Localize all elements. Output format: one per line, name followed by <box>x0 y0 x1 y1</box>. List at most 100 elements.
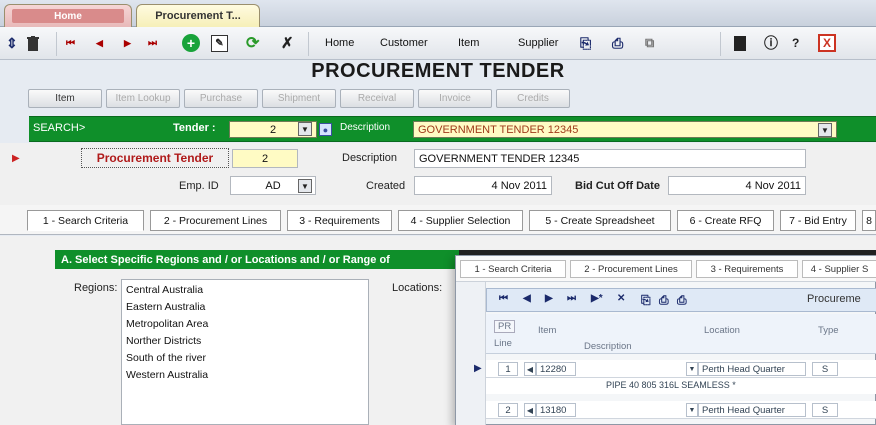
last-record-icon[interactable]: ⏭ <box>567 293 576 304</box>
table-row[interactable]: 1 ◀ 12280 ▼ Perth Head Quarter S <box>486 360 876 378</box>
line-cell[interactable]: 1 <box>498 362 518 376</box>
previous-record-icon[interactable]: ◀ <box>96 33 103 53</box>
add-record-icon[interactable]: + <box>182 34 200 52</box>
new-record-icon[interactable]: ▶* <box>591 293 603 304</box>
delete-icon[interactable]: ✗ <box>281 33 294 53</box>
menu-supplier[interactable]: Supplier <box>518 37 558 49</box>
print-icon[interactable]: ⎙ <box>659 293 669 308</box>
line-cell[interactable]: 2 <box>498 403 518 417</box>
first-record-icon[interactable]: ⏮ <box>499 293 508 304</box>
report-icon[interactable]: ⎘ <box>641 293 651 308</box>
search-bar: SEARCH> Tender : 2 ▼ ● Description GOVER… <box>29 116 876 142</box>
chevron-down-icon[interactable]: ▼ <box>686 362 698 376</box>
menu-item[interactable]: Item <box>458 37 479 49</box>
tab-procurement-label: Procurement T... <box>155 10 241 22</box>
help-icon[interactable]: ? <box>792 33 799 53</box>
menu-home[interactable]: Home <box>325 37 354 49</box>
procurement-tender-field[interactable]: 2 <box>232 149 298 168</box>
list-item[interactable]: Metropolitan Area <box>126 316 364 333</box>
overlay-navigation-bar: ⏮ ◀ ▶ ⏭ ▶* ✕ ⎘ ⎙ ⎙ Procureme <box>486 288 876 312</box>
menu-customer[interactable]: Customer <box>380 37 428 49</box>
item-cell[interactable]: 12280 <box>536 362 576 376</box>
tab-procurement-tender[interactable]: Procurement T... <box>136 4 260 27</box>
bid-cut-off-label: Bid Cut Off Date <box>575 180 660 192</box>
next-record-icon[interactable]: ▶ <box>545 293 553 304</box>
overlay-tab-requirements[interactable]: 3 - Requirements <box>696 260 798 278</box>
first-record-icon[interactable]: ⏮ <box>66 33 75 53</box>
trash-icon[interactable] <box>26 33 40 53</box>
edit-icon[interactable]: ✎ <box>211 35 228 52</box>
overlay-tab-supplier[interactable]: 4 - Supplier S <box>802 260 876 278</box>
toolbar: ⇕ ⏮ ◀ ▶ ⏭ + ✎ ⟳ ✗ Home Customer Item Sup… <box>0 27 876 60</box>
tab-create-rfq[interactable]: 6 - Create RFQ <box>677 210 774 231</box>
list-item[interactable]: Western Australia <box>126 367 364 384</box>
tab-home[interactable]: Home <box>4 4 132 27</box>
info-icon[interactable]: ⓘ <box>764 33 778 53</box>
list-item[interactable]: South of the river <box>126 350 364 367</box>
item-lookup-button[interactable]: Item Lookup <box>106 89 180 108</box>
chevron-down-icon[interactable]: ▼ <box>686 403 698 417</box>
resize-handle-icon[interactable]: ⇕ <box>6 33 18 53</box>
search-go-icon[interactable]: ● <box>319 123 332 136</box>
tab-bid-entry[interactable]: 7 - Bid Entry <box>780 210 856 231</box>
procurement-tender-label: Procurement Tender <box>81 148 229 168</box>
export-icon[interactable]: ⎙ <box>677 293 687 308</box>
search-label: SEARCH> <box>33 122 86 134</box>
header-pr[interactable]: PR <box>494 320 516 333</box>
emp-id-label: Emp. ID <box>179 180 219 192</box>
tab-create-spreadsheet[interactable]: 5 - Create Spreadsheet <box>529 210 671 231</box>
document-tab-strip: Home Procurement T... <box>0 0 876 27</box>
report-icon[interactable]: ⎘ <box>580 33 591 53</box>
type-cell[interactable]: S <box>812 403 838 417</box>
description-label: Description <box>342 152 398 164</box>
record-selector-icon[interactable]: ▶ <box>12 153 20 164</box>
chevron-down-icon[interactable]: ▼ <box>818 123 832 137</box>
tender-search-label: Tender : <box>173 122 216 134</box>
item-cell[interactable]: 13180 <box>536 403 576 417</box>
created-field[interactable]: 4 Nov 2011 <box>414 176 552 195</box>
header-line: Line <box>494 338 512 349</box>
table-row[interactable]: 2 ◀ 13180 ▼ Perth Head Quarter S <box>486 401 876 419</box>
close-icon[interactable]: X <box>818 34 836 52</box>
type-cell[interactable]: S <box>812 362 838 376</box>
invoice-button[interactable]: Invoice <box>418 89 492 108</box>
description-search-field[interactable]: GOVERNMENT TENDER 12345 <box>413 121 837 138</box>
refresh-icon[interactable]: ⟳ <box>246 33 259 53</box>
tab-search-criteria[interactable]: 1 - Search Criteria <box>27 210 144 231</box>
regions-label: Regions: <box>74 282 118 294</box>
description-field[interactable]: GOVERNMENT TENDER 12345 <box>414 149 806 168</box>
tab-more[interactable]: 8 <box>862 210 876 231</box>
shipment-button[interactable]: Shipment <box>262 89 336 108</box>
chevron-down-icon[interactable]: ▼ <box>298 179 312 193</box>
last-record-icon[interactable]: ⏭ <box>148 33 157 53</box>
list-item[interactable]: Central Australia <box>126 282 364 299</box>
chevron-down-icon[interactable]: ▼ <box>298 122 312 136</box>
previous-record-icon[interactable]: ◀ <box>523 293 531 304</box>
overlay-tab-procurement-lines[interactable]: 2 - Procurement Lines <box>570 260 692 278</box>
overlay-column-headers: PR Line Item Description Location Type <box>486 314 876 354</box>
location-cell[interactable]: Perth Head Quarter <box>698 403 806 417</box>
chevron-left-icon[interactable]: ◀ <box>524 362 536 376</box>
regions-listbox[interactable]: Central Australia Eastern Australia Metr… <box>121 279 369 425</box>
export-icon[interactable]: ⧉ <box>645 33 654 53</box>
tab-procurement-lines[interactable]: 2 - Procurement Lines <box>150 210 281 231</box>
list-item[interactable]: Eastern Australia <box>126 299 364 316</box>
chevron-left-icon[interactable]: ◀ <box>524 403 536 417</box>
bid-cut-off-field[interactable]: 4 Nov 2011 <box>668 176 806 195</box>
procurement-lines-overlay: 1 - Search Criteria 2 - Procurement Line… <box>455 255 876 425</box>
delete-record-icon[interactable]: ✕ <box>617 293 625 304</box>
tab-home-label: Home <box>12 9 124 23</box>
receival-button[interactable]: Receival <box>340 89 414 108</box>
tab-requirements[interactable]: 3 - Requirements <box>287 210 392 231</box>
next-record-icon[interactable]: ▶ <box>124 33 131 53</box>
list-item[interactable]: Norther Districts <box>126 333 364 350</box>
header-location: Location <box>704 325 740 336</box>
calculator-icon[interactable] <box>734 36 746 51</box>
credits-button[interactable]: Credits <box>496 89 570 108</box>
location-cell[interactable]: Perth Head Quarter <box>698 362 806 376</box>
purchase-button[interactable]: Purchase <box>184 89 258 108</box>
item-button[interactable]: Item <box>28 89 102 108</box>
overlay-tab-search-criteria[interactable]: 1 - Search Criteria <box>460 260 566 278</box>
tab-supplier-selection[interactable]: 4 - Supplier Selection <box>398 210 523 231</box>
print-icon[interactable]: ⎙ <box>612 33 623 53</box>
